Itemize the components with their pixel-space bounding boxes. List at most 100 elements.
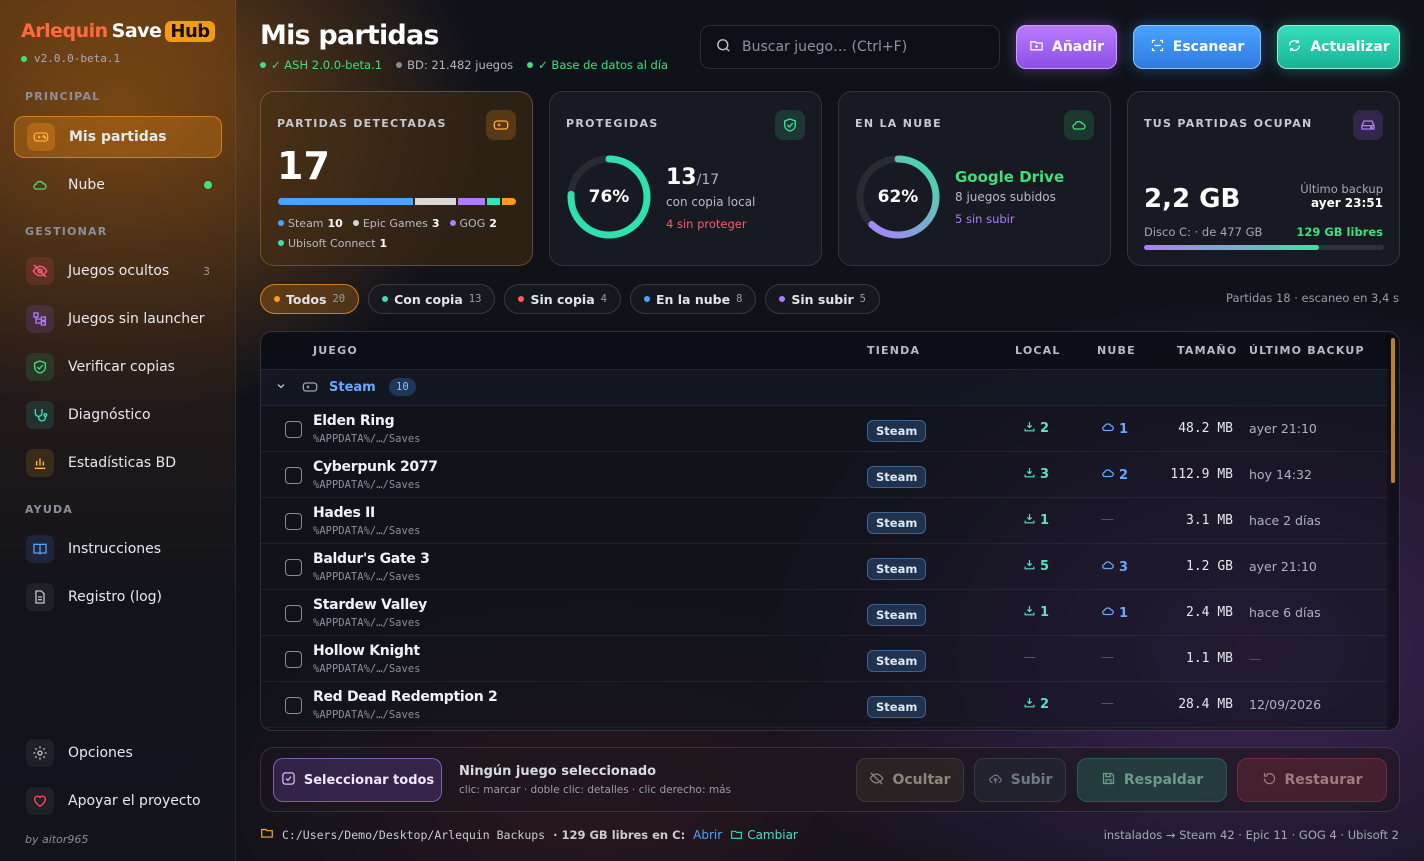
table-header: JUEGO TIENDA LOCAL NUBE TAMAÑO ÚLTIMO BA… [261,332,1389,370]
legend-item: Epic Games 3 [352,217,440,230]
save-path: %APPDATA%/…/Saves [313,479,421,491]
col-tamano[interactable]: TAMAÑO [1177,344,1237,357]
select-all-button[interactable]: Seleccionar todos [273,758,442,802]
upload-button[interactable]: Subir [974,758,1066,802]
hard-drive-icon [1353,110,1383,140]
platform-bar-segment [278,198,414,205]
row-checkbox[interactable] [285,651,302,668]
row-checkbox[interactable] [285,421,302,438]
folder-edit-icon [731,830,743,839]
row-checkbox[interactable] [285,467,302,484]
stethoscope-icon [26,401,54,429]
sidebar-item-opciones[interactable]: Opciones [14,732,222,774]
table-row[interactable]: Red Dead Redemption 2 %APPDATA%/…/Saves St… [261,682,1389,728]
checkbox-icon [281,771,296,790]
row-checkbox[interactable] [285,697,302,714]
add-button[interactable]: Añadir [1016,25,1117,69]
local-count: 1 [1040,513,1050,528]
last-backup-value: ayer 23:51 [1311,196,1383,210]
update-button[interactable]: Actualizar [1277,25,1400,69]
detected-count: 17 [277,144,330,188]
platform-bar-segment [486,198,501,205]
local-count: 3 [1040,467,1050,482]
gamepad-icon [27,123,55,151]
protected-caption: con copia local [666,195,756,209]
col-ultimo-backup[interactable]: ÚLTIMO BACKUP [1249,344,1365,357]
cloud-icon [1101,466,1115,484]
sidebar-item-instrucciones[interactable]: Instrucciones [14,528,222,570]
open-folder-link[interactable]: Abrir [693,828,722,842]
chip-count: 5 [859,293,866,305]
table-row[interactable]: Elden Ring %APPDATA%/…/Saves Steam 2 1 48.2 M… [261,406,1389,452]
status-bd-text: BD: 21.482 juegos [407,58,514,72]
table-row[interactable]: Hollow Knight %APPDATA%/…/Saves Steam — — 1.1… [261,636,1389,682]
table-row[interactable]: Baldur's Gate 3 %APPDATA%/…/Saves Steam 5 3 1… [261,544,1389,590]
chip-label: Sin copia [530,291,595,307]
cloud-icon [1101,604,1115,622]
download-icon [1023,466,1036,483]
local-copies: 1 [1023,512,1049,529]
section-principal: PRINCIPAL [25,90,101,103]
group-steam[interactable]: Steam 10 [261,370,1389,406]
shield-check-icon [775,110,805,140]
download-icon [1023,604,1036,621]
game-name: Red Dead Redemption 2 [313,689,498,705]
change-folder-link[interactable]: Cambiar [730,828,798,842]
sidebar-item-label: Apoyar el proyecto [68,793,201,809]
sidebar-item-verificar-copias[interactable]: Verificar copias [14,346,222,388]
col-local[interactable]: LOCAL [1015,344,1061,357]
cloud-copies: 3 [1101,558,1128,576]
cloud-count: 3 [1119,559,1129,575]
row-checkbox[interactable] [285,513,302,530]
hide-button[interactable]: Ocultar [856,758,964,802]
chip-label: Sin subir [791,291,854,307]
row-checkbox[interactable] [285,605,302,622]
filter-sin-subir[interactable]: Sin subir 5 [765,284,880,314]
legend-name: Epic Games [362,217,428,230]
search-input[interactable]: Buscar juego… (Ctrl+F) [700,25,1000,69]
app-logo: Arlequin Save Hub [21,20,215,42]
group-name: Steam [329,380,376,395]
scrollbar-thumb[interactable] [1391,338,1395,483]
legend-count: 2 [489,217,497,230]
table-row[interactable]: Stardew Valley %APPDATA%/…/Saves Steam 1 1 2.… [261,590,1389,636]
backup-button[interactable]: Respaldar [1077,758,1227,802]
sidebar-item-registro[interactable]: Registro (log) [14,576,222,618]
sidebar-item-apoyar[interactable]: Apoyar el proyecto [14,780,222,822]
page-title: Mis partidas [260,20,439,51]
col-nube[interactable]: NUBE [1097,344,1136,357]
status-ash-text: ✓ ASH 2.0.0-beta.1 [271,58,383,72]
filter-sin-copia[interactable]: Sin copia 4 [504,284,621,314]
save-size: 1.1 MB [1186,651,1233,666]
sidebar-item-juegos-sin-launcher[interactable]: Juegos sin launcher [14,298,222,340]
filter-con-copia[interactable]: Con copia 13 [368,284,496,314]
platform-legend: Steam 10 Epic Games 3 GOG 2 Ubisoft Connect 1 [278,214,518,254]
sidebar-item-estadisticas[interactable]: Estadísticas BD [14,442,222,484]
chip-count: 8 [736,293,743,305]
filter-en-la-nube[interactable]: En la nube 8 [629,284,757,314]
cloud-count: — [1101,512,1114,527]
filter-todos[interactable]: Todos 20 [260,284,360,314]
sidebar-item-nube[interactable]: Nube [14,164,222,206]
col-tienda[interactable]: TIENDA [867,344,920,357]
status-db: ✓ Base de datos al día [527,58,668,72]
scan-button[interactable]: Escanear [1133,25,1261,69]
sidebar-item-juegos-ocultos[interactable]: Juegos ocultos 3 [14,250,222,292]
sidebar-item-diagnostico[interactable]: Diagnóstico [14,394,222,436]
row-checkbox[interactable] [285,559,302,576]
col-juego[interactable]: JUEGO [313,344,358,357]
table-row[interactable]: Cyberpunk 2077 %APPDATA%/…/Saves Steam 3 2 11… [261,452,1389,498]
restore-button[interactable]: Restaurar [1237,758,1387,802]
cloud-count: 2 [1119,467,1129,483]
sidebar-item-mis-partidas[interactable]: Mis partidas [14,116,222,158]
add-icon [1029,38,1044,57]
legend-item: Ubisoft Connect 1 [278,237,387,250]
change-folder-label: Cambiar [747,827,798,842]
table-row[interactable]: Hades II %APPDATA%/…/Saves Steam 1 — 3.1 MB ha… [261,498,1389,544]
platform-bar-segment [415,198,456,205]
book-icon [26,535,54,563]
scrollbar[interactable] [1387,332,1399,730]
chip-count: 20 [332,293,346,305]
backup-label: Respaldar [1123,772,1204,788]
status-ash: ✓ ASH 2.0.0-beta.1 [260,58,382,72]
